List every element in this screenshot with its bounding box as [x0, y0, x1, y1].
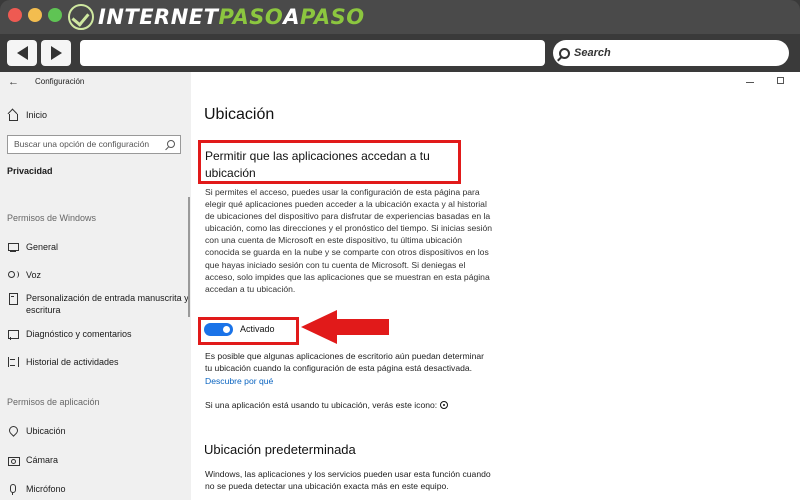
red-arrow-icon: [301, 310, 389, 344]
sidebar-item-diagnostics[interactable]: Diagnóstico y comentarios: [7, 328, 189, 340]
toggle-knob: [223, 326, 230, 333]
section-heading: Permitir que las aplicaciones accedan a …: [205, 149, 430, 180]
logo-text-paso: PASO: [218, 5, 284, 29]
sidebar-item-label: Ubicación: [26, 426, 66, 436]
forward-button[interactable]: [41, 40, 71, 66]
search-placeholder: Search: [574, 47, 611, 59]
desktop-apps-note: Es posible que algunas aplicaciones de e…: [205, 350, 490, 387]
sidebar-item-label: General: [26, 242, 59, 252]
default-location-description: Windows, las aplicaciones y los servicio…: [205, 469, 491, 492]
pen-icon: [7, 292, 19, 305]
sidebar-item-activity-history[interactable]: Historial de actividades: [7, 356, 189, 368]
learn-why-link[interactable]: Descubre por qué: [205, 376, 273, 386]
sidebar-item-label: Personalización de entrada manuscrita y …: [26, 293, 189, 315]
browser-toolbar: Search: [0, 34, 800, 72]
arrow-left-icon: [16, 46, 28, 60]
indicator-text: Si una aplicación está usando tu ubicaci…: [205, 400, 438, 410]
search-icon: [167, 140, 175, 148]
camera-icon: [7, 454, 20, 466]
location-access-toggle[interactable]: [204, 323, 233, 336]
sidebar-item-label: Inicio: [26, 110, 48, 120]
microphone-icon: [7, 483, 19, 495]
settings-sidebar: ← Configuración Inicio Buscar una opción…: [0, 72, 191, 500]
note-text: Es posible que algunas aplicaciones de e…: [205, 351, 484, 374]
red-arrow-shape: [301, 310, 389, 344]
browser-search-field[interactable]: Search: [553, 40, 789, 66]
checkmark-logo-icon: [68, 4, 94, 30]
section-description: Si permites el acceso, puedes usar la co…: [205, 187, 493, 294]
sidebar-item-microphone[interactable]: Micrófono: [7, 483, 189, 495]
history-icon: [7, 356, 19, 368]
diagnostics-icon: [7, 328, 19, 340]
settings-window: ← Configuración Inicio Buscar una opción…: [0, 72, 800, 500]
toggle-label: Activado: [240, 324, 275, 334]
sidebar-item-label: Historial de actividades: [26, 357, 119, 367]
page-title: Ubicación: [204, 106, 275, 123]
sidebar-item-camera[interactable]: Cámara: [7, 454, 189, 466]
browser-titlebar: INTERNETPASOAPASO: [0, 0, 800, 34]
location-icon: [7, 425, 19, 437]
back-button[interactable]: [7, 40, 37, 66]
search-icon: [559, 47, 570, 59]
sidebar-item-label: Cámara: [26, 455, 59, 465]
default-location-heading: Ubicación predeterminada: [204, 442, 356, 457]
location-in-use-icon: [440, 401, 449, 409]
site-logo: INTERNETPASOAPASO: [68, 3, 365, 31]
back-arrow-icon[interactable]: ←: [8, 76, 19, 88]
sidebar-item-label: Diagnóstico y comentarios: [26, 329, 132, 339]
sidebar-item-label: Micrófono: [26, 484, 66, 494]
restore-icon[interactable]: [777, 77, 784, 84]
sidebar-item-inking[interactable]: Personalización de entrada manuscrita y …: [7, 292, 189, 316]
sidebar-group-windows: Permisos de Windows: [7, 213, 97, 223]
home-icon: [7, 109, 19, 121]
zoom-window-button[interactable]: [48, 8, 62, 22]
minimize-icon[interactable]: [746, 82, 754, 83]
minimize-window-button[interactable]: [28, 8, 42, 22]
monitor-icon: [7, 241, 19, 253]
sidebar-scrollbar[interactable]: [188, 197, 190, 317]
sidebar-item-location[interactable]: Ubicación: [7, 425, 189, 437]
address-bar[interactable]: [80, 40, 545, 66]
settings-search-placeholder: Buscar una opción de configuración: [14, 139, 150, 149]
voice-icon: [7, 269, 19, 281]
sidebar-item-label: Voz: [26, 270, 42, 280]
logo-text: INTERNETPASOAPASO: [98, 5, 365, 29]
sidebar-section-title: Privacidad: [7, 166, 53, 176]
location-in-use-indicator: Si una aplicación está usando tu ubicaci…: [205, 400, 449, 410]
settings-search-input[interactable]: Buscar una opción de configuración: [7, 135, 181, 154]
arrow-right-icon: [50, 46, 62, 60]
browser-frame: INTERNETPASOAPASO Search ← Configuración…: [0, 0, 800, 500]
sidebar-item-home[interactable]: Inicio: [7, 109, 47, 121]
sidebar-item-voice[interactable]: Voz: [7, 269, 189, 281]
logo-text-internet: INTERNET: [98, 5, 219, 29]
settings-content: Ubicación Permitir que las aplicaciones …: [191, 72, 800, 500]
app-title: Configuración: [35, 77, 85, 86]
close-window-button[interactable]: [8, 8, 22, 22]
logo-text-paso-2: PASO: [299, 5, 365, 29]
sidebar-group-apps: Permisos de aplicación: [7, 397, 100, 407]
sidebar-item-general[interactable]: General: [7, 241, 189, 253]
logo-text-a: A: [283, 5, 300, 29]
